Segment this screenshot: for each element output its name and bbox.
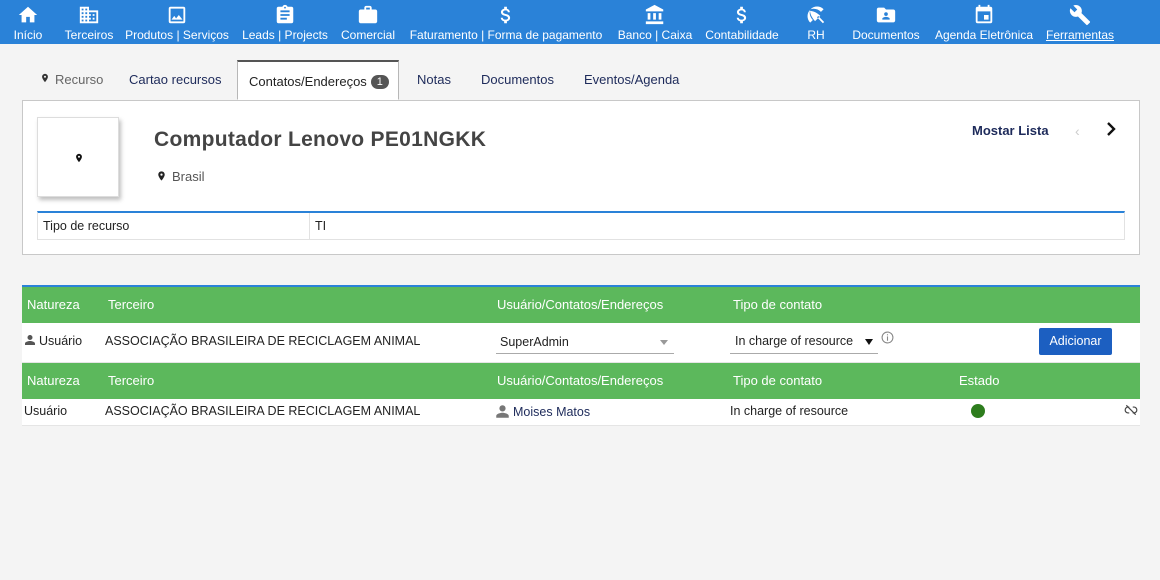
- bank-icon: [645, 4, 664, 25]
- nav-item-contabilidade[interactable]: Contabilidade: [700, 0, 784, 44]
- chevron-right-icon: [1107, 122, 1116, 136]
- nav-item-rh[interactable]: RH: [800, 0, 832, 44]
- table-row: Usuário ASSOCIAÇÃO BRASILEIRA DE RECICLA…: [22, 399, 1140, 426]
- header-terceiro: Terceiro: [108, 297, 155, 312]
- dollar-icon: [500, 6, 511, 24]
- add-table-header: Natureza Terceiro Usuário/Contatos/Ender…: [22, 287, 1140, 323]
- contact-type-value: In charge of resource: [735, 334, 854, 348]
- status-indicator: [971, 404, 985, 418]
- nav-item-agenda[interactable]: Agenda Eletrônica: [931, 0, 1037, 44]
- nav-label: RH: [807, 28, 825, 42]
- list-table-header: Natureza Terceiro Usuário/Contatos/Ender…: [22, 363, 1140, 399]
- nav-item-produtos[interactable]: Produtos | Serviços: [122, 0, 232, 44]
- folder-icon: [876, 7, 896, 23]
- nav-item-documentos[interactable]: Documentos: [849, 0, 923, 44]
- thirdparty-cell: ASSOCIAÇÃO BRASILEIRA DE RECICLAGEM ANIM…: [105, 404, 421, 418]
- user-link[interactable]: Moises Matos: [495, 404, 590, 419]
- user-avatar-icon: [496, 405, 509, 418]
- nav-label: Início: [13, 28, 43, 42]
- nav-label: Contabilidade: [705, 28, 779, 42]
- add-button[interactable]: Adicionar: [1039, 328, 1112, 355]
- tab-recurso[interactable]: Recurso: [40, 60, 103, 100]
- calendar-icon: [975, 4, 993, 24]
- nature-label: Usuário: [39, 334, 83, 348]
- add-contact-row: Usuário ASSOCIAÇÃO BRASILEIRA DE RECICLA…: [22, 323, 1140, 363]
- wrench-icon: [1069, 5, 1091, 26]
- tab-label: Documentos: [481, 72, 554, 87]
- nav-label: Terceiros: [64, 28, 114, 42]
- user-icon: [25, 335, 35, 345]
- user-select-value: SuperAdmin: [500, 335, 569, 349]
- header-terceiro: Terceiro: [108, 373, 155, 388]
- attr-label-tipo-recurso: Tipo de recurso: [38, 213, 310, 240]
- nav-label: Faturamento | Forma de pagamento: [409, 28, 603, 42]
- header-tipo-contato: Tipo de contato: [733, 297, 823, 312]
- caret-down-icon: [865, 339, 873, 345]
- home-icon: [18, 6, 38, 23]
- user-name: Moises Matos: [513, 405, 591, 419]
- nav-item-comercial[interactable]: Comercial: [338, 0, 398, 44]
- nav-item-faturamento[interactable]: Faturamento | Forma de pagamento: [404, 0, 608, 44]
- tab-label: Contatos/Endereços: [249, 74, 367, 89]
- header-natureza: Natureza: [27, 373, 80, 388]
- tab-label: Eventos/Agenda: [584, 72, 680, 87]
- resource-card: Computador Lenovo PE01NGKK Brasil Mostar…: [22, 100, 1140, 255]
- previous-record-button[interactable]: ‹: [1075, 123, 1080, 139]
- nav-label: Ferramentas: [1045, 28, 1115, 42]
- nav-label: Leads | Projects: [242, 28, 328, 42]
- thirdparty-cell: ASSOCIAÇÃO BRASILEIRA DE RECICLAGEM ANIM…: [105, 334, 421, 348]
- nav-label: Documentos: [852, 28, 920, 42]
- nav-item-inicio[interactable]: Início: [8, 0, 48, 44]
- count-badge: 1: [370, 75, 389, 89]
- building-icon: [79, 6, 99, 24]
- tab-cartao-recursos[interactable]: Cartao recursos: [129, 60, 221, 100]
- nav-item-leads[interactable]: Leads | Projects: [240, 0, 330, 44]
- map-pin-icon: [76, 153, 82, 163]
- country-label: Brasil: [172, 169, 205, 184]
- clipboard-icon: [276, 4, 294, 24]
- nav-label: Banco | Caixa: [617, 28, 693, 42]
- resource-country: Brasil: [156, 169, 205, 184]
- user-select[interactable]: SuperAdmin: [496, 331, 674, 354]
- umbrella-icon: [807, 6, 825, 24]
- map-pin-icon: [42, 73, 48, 83]
- dollar-icon: [736, 6, 747, 24]
- tab-label: Notas: [417, 72, 451, 87]
- nav-item-banco[interactable]: Banco | Caixa: [614, 0, 696, 44]
- info-icon[interactable]: [881, 331, 894, 344]
- unlink-icon[interactable]: [1124, 403, 1138, 417]
- top-navigation: Início Terceiros Produtos | Serviços Lea…: [0, 0, 1160, 44]
- nature-cell: Usuário: [24, 334, 82, 348]
- contact-type-cell: In charge of resource: [730, 404, 849, 418]
- resource-title: Computador Lenovo PE01NGKK: [154, 128, 487, 151]
- nav-item-terceiros[interactable]: Terceiros: [62, 0, 116, 44]
- image-icon: [168, 6, 186, 24]
- header-estado: Estado: [959, 373, 1000, 388]
- show-list-link[interactable]: Mostar Lista: [972, 123, 1049, 138]
- tab-label: Cartao recursos: [129, 72, 222, 87]
- resource-attributes: Tipo de recurso TI: [37, 211, 1125, 240]
- caret-down-icon: [660, 340, 668, 345]
- header-usuario-contatos: Usuário/Contatos/Endereços: [497, 373, 664, 388]
- nav-label: Agenda Eletrônica: [934, 28, 1034, 42]
- next-record-button[interactable]: [1105, 121, 1117, 140]
- nav-item-ferramentas[interactable]: Ferramentas: [1043, 0, 1117, 44]
- chevron-left-icon: ‹: [1075, 123, 1080, 139]
- header-natureza: Natureza: [27, 297, 80, 312]
- nav-label: Comercial: [340, 28, 395, 42]
- attr-value-tipo-recurso: TI: [315, 219, 327, 233]
- nature-cell: Usuário: [24, 404, 68, 418]
- resource-photo[interactable]: [37, 117, 119, 197]
- tab-label: Recurso: [55, 72, 104, 87]
- tab-notas[interactable]: Notas: [417, 60, 451, 100]
- tab-documentos[interactable]: Documentos: [481, 60, 554, 100]
- header-tipo-contato: Tipo de contato: [733, 373, 823, 388]
- map-pin-icon: [158, 171, 165, 181]
- contact-type-select[interactable]: In charge of resource: [730, 331, 878, 354]
- nav-label: Produtos | Serviços: [125, 28, 229, 42]
- briefcase-icon: [358, 5, 378, 24]
- header-usuario-contatos: Usuário/Contatos/Endereços: [497, 297, 664, 312]
- tab-eventos-agenda[interactable]: Eventos/Agenda: [584, 60, 679, 100]
- tab-contatos-enderecos[interactable]: Contatos/Endereços 1: [237, 60, 399, 100]
